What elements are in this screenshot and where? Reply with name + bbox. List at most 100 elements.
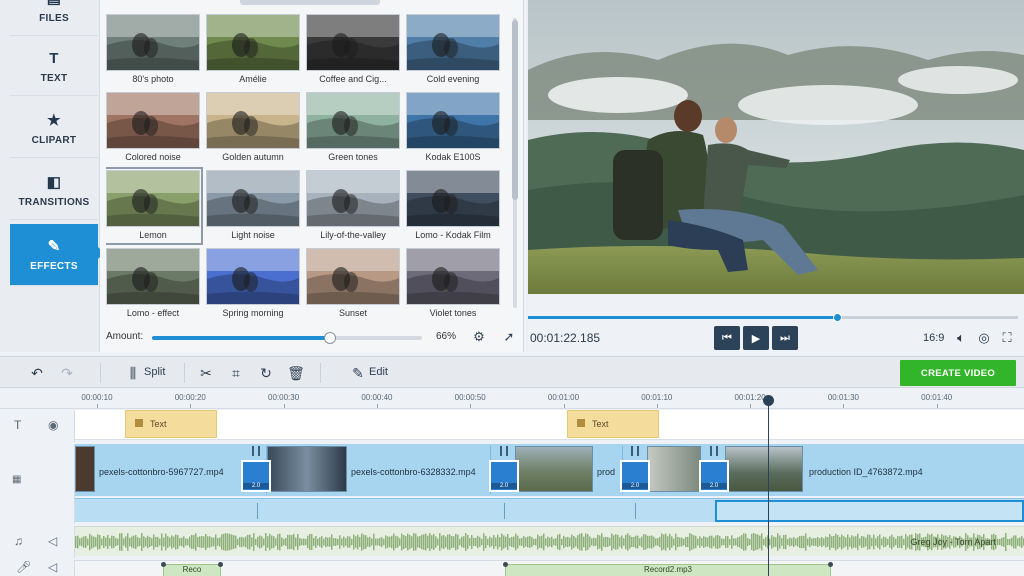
transition-marker (500, 446, 508, 456)
volume-icon[interactable]: ◁ (48, 560, 57, 574)
effect-preview-image (106, 170, 200, 227)
microphone-icon: 🎤︎ (16, 560, 32, 574)
selected-sub-clip[interactable] (715, 500, 1024, 522)
video-clip[interactable]: production ID_4763872.mp4 (803, 446, 1024, 494)
ruler-tick (97, 404, 98, 408)
effect-thumbnail[interactable]: Colored noise (106, 92, 200, 164)
sidebar-item-clipart[interactable]: ★ CLIPART (10, 100, 98, 158)
music-note-icon: ♫ (14, 534, 23, 548)
edit-button[interactable]: Edit (369, 366, 388, 378)
playhead-line (768, 396, 769, 576)
volume-icon[interactable]: ◁ (48, 534, 57, 548)
redo-icon[interactable]: ↷ (58, 364, 76, 382)
music-track-header: ♫ ◁ (0, 526, 75, 558)
effect-label: Amélie (239, 74, 267, 84)
clip-handle[interactable] (218, 562, 223, 567)
adjust-settings-icon[interactable]: ⚙ (470, 328, 488, 346)
text-clip[interactable]: Text (567, 410, 659, 438)
clip-handle[interactable] (161, 562, 166, 567)
text-track-icon: T (14, 418, 22, 432)
video-clip[interactable]: pexels-cottonbro-6328332.mp4 (347, 446, 491, 494)
effect-thumbnail[interactable]: Lomo - Kodak Film (406, 170, 500, 242)
video-track-header: ▦ (0, 444, 75, 524)
effect-label: Lily-of-the-valley (320, 230, 386, 240)
camera-icon[interactable]: ◎ (975, 329, 993, 347)
skip-back-icon: ⏮ (722, 331, 732, 344)
rotate-icon[interactable]: ↻ (257, 364, 275, 382)
magic-wand-icon[interactable]: ➚ (500, 328, 518, 346)
effect-thumbnail[interactable]: Coffee and Cig... (306, 14, 400, 86)
voice-track: Reco Record2.mp3 (75, 560, 1024, 576)
edit-icon[interactable]: ✎ (349, 364, 367, 382)
sidebar-item-text[interactable]: T TEXT (10, 38, 98, 96)
volume-icon[interactable]: 🔈︎ (952, 329, 970, 347)
play-button[interactable]: ▶ (743, 326, 769, 350)
sidebar-item-effects[interactable]: ✎ EFFECTS (10, 224, 104, 286)
preview-progress-bar[interactable] (528, 313, 1018, 322)
effects-scrollbar[interactable] (511, 8, 519, 318)
sidebar-item-transitions[interactable]: ◧ TRANSITIONS (10, 162, 98, 220)
transition-block[interactable]: 2.0 (620, 460, 650, 492)
clip-handle[interactable] (828, 562, 833, 567)
effect-thumbnail[interactable]: Spring morning (206, 248, 300, 320)
skip-forward-icon: ⏭ (780, 331, 790, 344)
aspect-ratio-selector[interactable]: 16:9 (923, 332, 944, 344)
sidebar-item-files[interactable]: ▤ FILES (10, 0, 98, 36)
transition-block[interactable]: 2.0 (489, 460, 519, 492)
video-clip[interactable]: prod (593, 446, 623, 494)
effect-thumbnail[interactable]: Amélie (206, 14, 300, 86)
timeline-ruler[interactable]: 00:00:10 00:00:20 00:00:30 00:00:40 00:00:50… (0, 389, 1024, 409)
transition-block[interactable]: 2.0 (699, 460, 729, 492)
effect-thumbnail[interactable]: Sunset (306, 248, 400, 320)
previous-button[interactable]: ⏮ (714, 326, 740, 350)
eye-icon[interactable]: ◉ (48, 418, 58, 432)
text-clip[interactable]: Text (125, 410, 217, 438)
effect-thumbnail[interactable]: Kodak E100S (406, 92, 500, 164)
amount-slider[interactable] (152, 332, 422, 344)
fullscreen-icon[interactable]: ⛶ (998, 329, 1016, 347)
music-track[interactable]: Greg Joy - Torn Apart (75, 526, 1024, 556)
video-clip[interactable]: pexels-cottonbro-5967727.mp4 (75, 446, 267, 494)
preview-progress-knob[interactable] (832, 313, 842, 322)
current-time: 00:01:22.185 (530, 331, 601, 345)
playhead-handle[interactable] (763, 395, 774, 406)
split-button[interactable]: Split (144, 366, 165, 378)
effects-grid: 80's photo Amélie Coffee and Cig... Cold ev… (106, 0, 506, 322)
effect-thumbnail[interactable]: Light noise (206, 170, 300, 242)
effect-thumbnail[interactable]: Violet tones (406, 248, 500, 320)
delete-icon[interactable]: 🗑︎ (287, 364, 305, 382)
voice-clip-label: Reco (182, 565, 202, 574)
ruler-tick-label: 00:00:50 (454, 393, 486, 402)
voice-clip[interactable]: Record2.mp3 (503, 562, 833, 576)
amount-slider-knob[interactable] (324, 332, 337, 344)
ruler-tick (470, 404, 472, 408)
transition-block[interactable]: 2.0 (241, 460, 271, 492)
effect-label: Kodak E100S (425, 152, 481, 162)
effect-thumbnail[interactable]: Golden autumn (206, 92, 300, 164)
effect-thumbnail[interactable]: Lemon (106, 167, 203, 245)
sidebar-item-label: EFFECTS (30, 261, 78, 272)
next-button[interactable]: ⏭ (772, 326, 798, 350)
music-track-name: Greg Joy - Torn Apart (910, 537, 996, 547)
amount-value: 66% (436, 331, 457, 342)
clip-handle[interactable] (503, 562, 508, 567)
effect-thumbnail[interactable]: 80's photo (106, 14, 200, 86)
effect-thumbnail[interactable]: Cold evening (406, 14, 500, 86)
undo-icon[interactable]: ↶ (28, 364, 46, 382)
effect-thumbnail[interactable]: Lily-of-the-valley (306, 170, 400, 242)
voice-clip[interactable]: Reco (161, 562, 223, 576)
transition-marker (710, 446, 718, 456)
cut-icon[interactable]: ✂ (197, 364, 215, 382)
crop-icon[interactable]: ⌗ (227, 364, 245, 382)
effect-preview-image (306, 14, 400, 71)
split-icon[interactable]: ⫼ (124, 364, 142, 382)
transition-duration: 2.0 (491, 483, 517, 489)
video-clip-name: pexels-cottonbro-5967727.mp4 (99, 467, 224, 477)
effect-thumbnail[interactable]: Lomo - effect (106, 248, 200, 320)
create-video-button[interactable]: CREATE VIDEO (900, 360, 1016, 386)
effect-label: Lomo - effect (126, 308, 180, 318)
scrollbar-thumb[interactable] (512, 20, 518, 200)
effect-preview-image (106, 248, 200, 305)
effect-thumbnail[interactable]: Green tones (306, 92, 400, 164)
text-clip-label: Text (592, 419, 609, 429)
